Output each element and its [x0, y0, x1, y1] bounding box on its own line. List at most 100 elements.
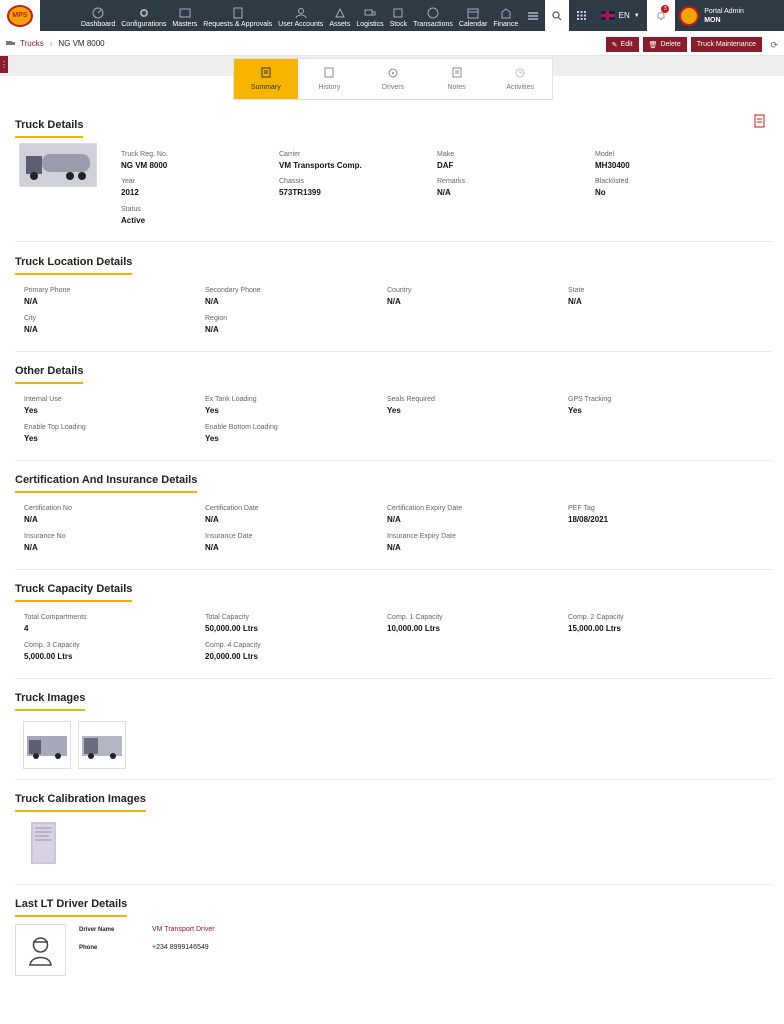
field-label: City [24, 315, 37, 322]
nav-label: Configurations [121, 21, 167, 28]
truck-photo-image [20, 144, 96, 186]
dashboard-icon [92, 7, 104, 19]
language-selector[interactable]: EN ▼ [593, 0, 647, 31]
field-label: Total Compartments [24, 614, 87, 621]
nav-label: Transactions [413, 21, 453, 28]
logo-badge: MPS [7, 4, 33, 27]
section-title: Other Details [15, 365, 84, 384]
tab-notes[interactable]: Notes [425, 59, 489, 99]
app-logo[interactable]: MPS [0, 0, 40, 31]
field-country: Country N/A [387, 287, 412, 306]
divider [15, 678, 772, 679]
driver-name-link[interactable]: VM Transport Driver [152, 926, 215, 933]
nav-finance[interactable]: Finance [490, 0, 521, 31]
field-city: City N/A [24, 315, 38, 334]
field-blacklisted: Blacklisted No [595, 178, 628, 197]
notes-icon [452, 67, 462, 78]
side-menu-toggle[interactable]: ⋮ [0, 56, 8, 73]
field-label: Blacklisted [595, 178, 629, 185]
nav-calendar[interactable]: Calendar [456, 0, 490, 31]
edit-button[interactable]: ✎ Edit [605, 37, 639, 52]
nav-dashboard[interactable]: Dashboard [78, 0, 118, 31]
nav-user-accounts[interactable]: User Accounts [275, 0, 326, 31]
nav-assets[interactable]: Assets [326, 0, 353, 31]
search-button[interactable] [545, 0, 570, 31]
field-value: N/A [24, 297, 38, 306]
divider [15, 241, 772, 242]
menu-button[interactable] [521, 0, 545, 31]
driver-phone-value: +234 8999146549 [152, 944, 209, 951]
field-truck-reg: Truck Reg. No. NG VM 8000 [121, 151, 168, 170]
field-status: Status Active [121, 206, 145, 225]
dots-vertical-icon: ⋮ [0, 60, 8, 69]
field-total-capacity: Total Capacity 50,000.00 Ltrs [205, 614, 258, 633]
field-primary-phone: Primary Phone N/A [24, 287, 70, 306]
nav-stock[interactable]: Stock [387, 0, 411, 31]
nav-masters[interactable]: Masters [169, 0, 200, 31]
field-comp4-capacity: Comp. 4 Capacity 20,000.00 Ltrs [205, 642, 261, 661]
apps-button[interactable] [569, 0, 593, 31]
field-state: State N/A [568, 287, 584, 306]
divider [15, 460, 772, 461]
field-value: N/A [387, 515, 401, 524]
calibration-document-image [33, 824, 54, 862]
stock-icon [393, 8, 403, 18]
pdf-export-icon[interactable] [754, 114, 766, 128]
edit-label: Edit [620, 41, 633, 48]
field-value: N/A [24, 543, 38, 552]
logistics-icon [364, 9, 376, 16]
truck-image-thumb[interactable] [23, 721, 71, 769]
nav-requests[interactable]: Requests & Approvals [200, 0, 275, 31]
section-title: Truck Images [15, 692, 86, 711]
nav-label: Masters [172, 21, 198, 28]
section-title: Certification And Insurance Details [15, 474, 198, 493]
tab-activities[interactable]: Activities [488, 59, 552, 99]
field-value: N/A [205, 515, 219, 524]
nav-logistics[interactable]: Logistics [353, 0, 386, 31]
refresh-icon[interactable]: ⟳ [770, 40, 778, 51]
delete-button[interactable]: 🗑 Delete [642, 37, 687, 52]
field-label: Primary Phone [24, 287, 71, 294]
configurations-icon [139, 9, 148, 17]
field-label: Model [595, 151, 615, 158]
calibration-image-thumb[interactable] [31, 822, 56, 864]
capacity-section: Truck Capacity Details [15, 579, 772, 602]
tab-history[interactable]: History [298, 59, 362, 99]
clock-icon [515, 68, 525, 77]
nav-label: Calendar [458, 21, 488, 28]
finance-icon [501, 8, 511, 19]
trash-icon: 🗑 [648, 41, 658, 49]
field-top-loading: Enable Top Loading Yes [24, 424, 86, 443]
field-value: N/A [205, 325, 219, 334]
truck-images-section: Truck Images [15, 688, 772, 711]
field-label: Comp. 1 Capacity [387, 614, 443, 621]
breadcrumb-separator: › [49, 38, 53, 48]
field-pef-tag: PEF Tag 18/08/2021 [568, 505, 608, 524]
tab-drivers[interactable]: Drivers [361, 59, 425, 99]
location-section: Truck Location Details [15, 252, 772, 275]
assets-icon [335, 7, 345, 18]
search-icon [552, 10, 562, 20]
transactions-icon [427, 7, 439, 19]
truck-maintenance-button[interactable]: Truck Maintenance [690, 37, 762, 52]
user-menu[interactable]: Portal Admin MON [675, 0, 784, 31]
field-label: Comp. 2 Capacity [568, 614, 624, 621]
tab-summary[interactable]: Summary [234, 59, 298, 99]
page-actions: ✎ Edit 🗑 Delete Truck Maintenance [605, 37, 762, 52]
field-label: Truck Reg. No. [121, 151, 168, 158]
field-make: Make DAF [437, 151, 454, 170]
nav-transactions[interactable]: Transactions [410, 0, 456, 31]
field-label: Insurance No [24, 533, 66, 540]
nav-configurations[interactable]: Configurations [118, 0, 169, 31]
nav-label: Requests & Approvals [203, 21, 273, 28]
caret-down-icon: ▼ [633, 12, 640, 19]
notifications-button[interactable]: 3 [647, 0, 676, 31]
truck-image-thumb[interactable] [78, 721, 126, 769]
breadcrumb-current: NG VM 8000 [58, 38, 105, 48]
truck-photo[interactable] [19, 143, 97, 187]
field-value: N/A [24, 515, 38, 524]
field-value: 18/08/2021 [568, 515, 609, 524]
breadcrumb-trucks-link[interactable]: Trucks [20, 39, 44, 48]
field-value: 20,000.00 Ltrs [205, 652, 258, 661]
field-secondary-phone: Secondary Phone N/A [205, 287, 261, 306]
